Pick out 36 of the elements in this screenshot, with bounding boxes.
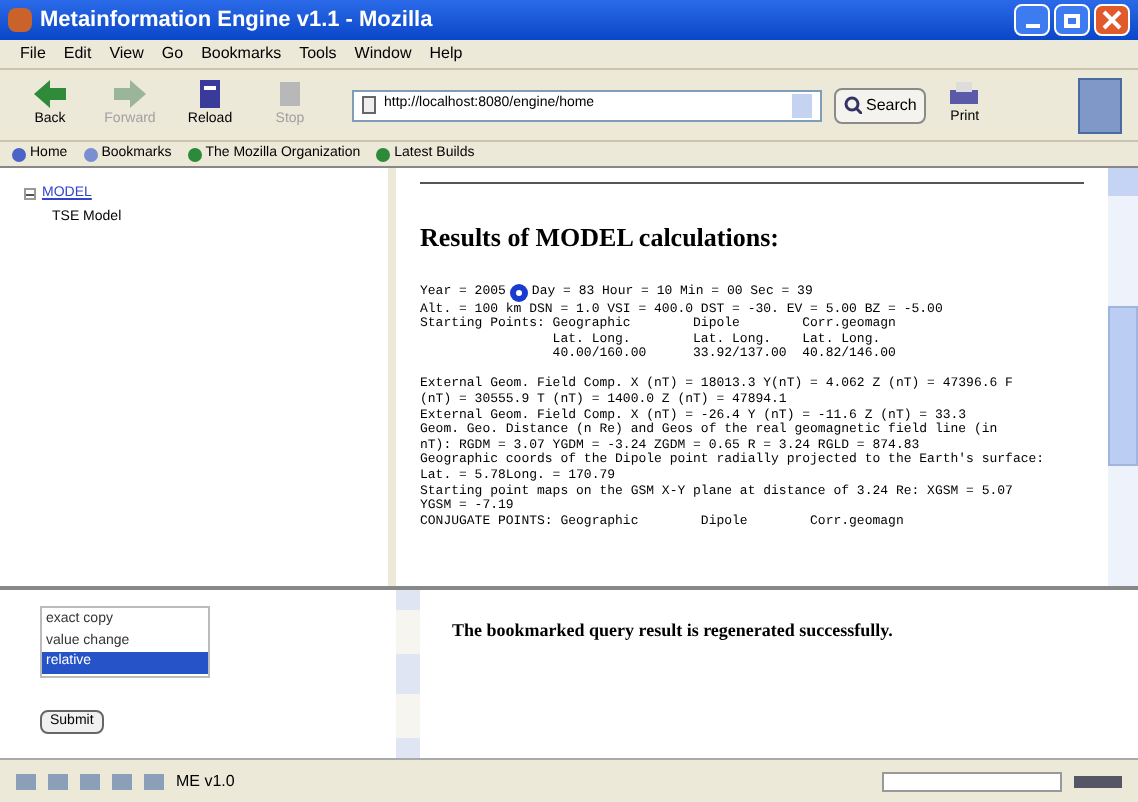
app-icon: [8, 8, 32, 32]
menu-item[interactable]: Bookmarks: [201, 42, 282, 66]
restore-button[interactable]: [1054, 4, 1090, 36]
bookmark-icon: [12, 147, 26, 161]
scrollbar-thumb[interactable]: [396, 654, 420, 694]
menu-item[interactable]: View: [109, 42, 144, 66]
bookmark-icon: [83, 147, 98, 161]
stop-icon: [274, 78, 306, 111]
frame-scrollbar[interactable]: [396, 590, 420, 758]
status-text: ME v1.0: [176, 769, 235, 793]
menu-item[interactable]: Edit: [63, 42, 92, 66]
printer-icon: [948, 80, 981, 109]
scrollbar-thumb[interactable]: [1108, 306, 1138, 466]
search-button[interactable]: Search: [834, 87, 927, 123]
menu-item[interactable]: Tools: [299, 42, 337, 66]
menu-item[interactable]: Help: [429, 42, 463, 66]
menu-item[interactable]: Go: [161, 42, 184, 66]
tree-toggle[interactable]: [24, 188, 36, 201]
back-arrow-icon: [32, 78, 68, 111]
close-button[interactable]: [1094, 4, 1130, 36]
reload-icon: [194, 78, 226, 111]
close-icon: [1102, 10, 1122, 30]
page-icon: [362, 96, 376, 114]
window-title: Metainformation Engine v1.1 - Mozilla: [40, 5, 433, 36]
vertical-scrollbar[interactable]: [1108, 168, 1138, 586]
menu-item[interactable]: Window: [354, 42, 412, 66]
bookmark-icon: [376, 147, 391, 161]
menu-item[interactable]: File: [20, 42, 46, 66]
info-icon[interactable]: [509, 283, 528, 301]
minimize-button[interactable]: [1014, 4, 1050, 36]
bookmark-icon: [187, 147, 202, 161]
results-heading: Results of MODEL calculations:: [420, 220, 781, 256]
search-icon: [844, 96, 862, 114]
forward-arrow-icon: [112, 78, 148, 111]
status-message: The bookmarked query result is regenerated successfully.: [452, 618, 895, 644]
throbber-icon: [1078, 77, 1122, 133]
